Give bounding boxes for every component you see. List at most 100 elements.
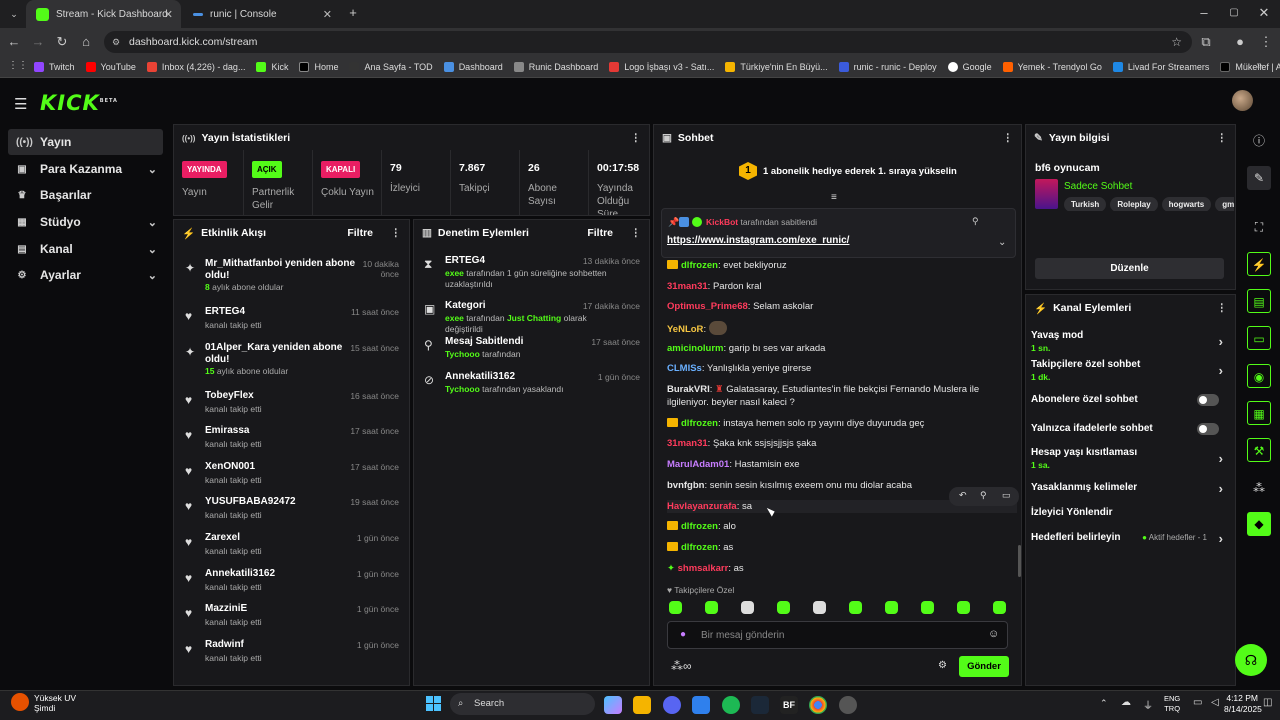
- hamburger-menu-icon[interactable]: ☰: [14, 95, 27, 113]
- close-tab-icon[interactable]: ✕: [164, 8, 173, 21]
- fullscreen-icon[interactable]: ⛶: [1247, 215, 1271, 239]
- app-icon[interactable]: [692, 696, 710, 714]
- minimize-icon[interactable]: –: [1194, 3, 1214, 23]
- moderator-name[interactable]: exee: [445, 268, 464, 278]
- reply-icon[interactable]: ↶: [959, 490, 967, 501]
- edit-button[interactable]: Düzenle: [1035, 258, 1224, 279]
- channel-action-item[interactable]: Yalnızca ifadelerle sohbet: [1031, 423, 1227, 435]
- channel-action-item[interactable]: Yavaş mod 1 sn. ›: [1031, 330, 1227, 353]
- category-name[interactable]: Sadece Sohbet: [1064, 181, 1132, 192]
- bookmark-star-icon[interactable]: ☆: [1171, 31, 1182, 53]
- support-headset-icon[interactable]: ☊: [1235, 644, 1267, 676]
- emote-icon[interactable]: [741, 601, 754, 614]
- reload-icon[interactable]: ↻: [52, 32, 72, 52]
- file-explorer-icon[interactable]: [633, 696, 651, 714]
- discord-icon[interactable]: [663, 696, 681, 714]
- gift-leaderboard-text[interactable]: 1 abonelik hediye ederek 1. sıraya yükse…: [763, 166, 957, 177]
- channel-action-item[interactable]: Hesap yaşı kısıtlaması 1 sa. ›: [1031, 447, 1227, 470]
- activity-item[interactable]: ♥ Radwinf kanalı takip etti 1 gün önce: [180, 636, 405, 672]
- filter-button[interactable]: Filtre: [587, 227, 613, 239]
- pinned-link[interactable]: https://www.instagram.com/exe_runic/: [667, 235, 849, 246]
- emote-icon[interactable]: [957, 601, 970, 614]
- chat-username[interactable]: dlfrozen: [681, 521, 718, 532]
- chat-username[interactable]: shmsalkarr: [678, 563, 729, 574]
- chat-message[interactable]: dlfrozen: instaya hemen solo rp yayını d…: [667, 417, 1017, 430]
- filter-button[interactable]: Filtre: [347, 227, 373, 239]
- maximize-icon[interactable]: ▢: [1224, 3, 1244, 23]
- chat-username[interactable]: 31man31: [667, 438, 708, 449]
- channel-action-item[interactable]: İzleyici Yönlendir: [1031, 507, 1227, 518]
- close-tab-icon[interactable]: ✕: [323, 8, 332, 21]
- chat-message[interactable]: amicinolurm: garip bı ses var arkada: [667, 342, 1017, 355]
- bookmark-google[interactable]: Google: [947, 61, 992, 72]
- emoji-icon[interactable]: ☺: [988, 628, 999, 640]
- chat-message[interactable]: BurakVRI: ♜ Galatasaray, Estudiantes'in …: [667, 383, 1017, 409]
- forward-icon[interactable]: →: [28, 32, 48, 52]
- moderation-item[interactable]: ⚲ Mesaj Sabitlendi Tychooo tarafından 17 sa…: [420, 336, 646, 370]
- microphone-icon[interactable]: ⏚: [1143, 697, 1153, 712]
- bookmark-logo[interactable]: Logo İşbaşı v3 - Satı...: [609, 61, 714, 72]
- weather-widget[interactable]: Yüksek UV Şimdi: [34, 693, 76, 713]
- tray-chevron-icon[interactable]: ⌃: [1100, 698, 1108, 709]
- chat-scrollbar[interactable]: [1018, 545, 1021, 577]
- sidebar-item-kanal[interactable]: ▤ Kanal ⌄: [8, 236, 163, 262]
- bookmark-twitch[interactable]: Twitch: [34, 61, 75, 72]
- bookmark-dashboard[interactable]: Dashboard: [443, 61, 503, 72]
- info-icon[interactable]: ⓘ: [1247, 129, 1271, 153]
- moderation-item[interactable]: ⊘ Annekatili3162 Tychooo tarafından yasakl…: [420, 371, 646, 405]
- moderation-item[interactable]: ⧗ ERTEG4 exee tarafından 1 gün süreliğine …: [420, 255, 646, 289]
- bf-icon[interactable]: BF: [780, 696, 798, 714]
- network-icon[interactable]: ▭: [1193, 697, 1202, 708]
- bookmark-mukellef[interactable]: Mükellef | Anasayfa...: [1220, 61, 1280, 72]
- chrome-icon[interactable]: [809, 696, 827, 714]
- more-bookmarks-icon[interactable]: »: [1256, 60, 1262, 71]
- sidebar-item-ayarlar[interactable]: ⚙ Ayarlar ⌄: [8, 262, 163, 288]
- emote-icon[interactable]: [705, 601, 718, 614]
- more-options-icon[interactable]: ⋮: [1217, 132, 1228, 144]
- activity-item[interactable]: ♥ MazziniE kanalı takip etti 1 gün önce: [180, 600, 405, 636]
- app-icon[interactable]: [839, 696, 857, 714]
- tab-runic-console[interactable]: runic | Console ✕: [183, 0, 340, 28]
- chat-username[interactable]: amicinolurm: [667, 343, 724, 354]
- broadcast-icon[interactable]: ◉: [1247, 364, 1271, 388]
- back-icon[interactable]: ←: [4, 32, 24, 52]
- browser-menu-icon[interactable]: ⋮: [1256, 32, 1276, 52]
- document-icon[interactable]: ▤: [1247, 289, 1271, 313]
- chat-username[interactable]: Havlayanzurafa: [667, 501, 737, 512]
- cloud-icon[interactable]: ☁: [1121, 697, 1131, 708]
- bookmark-tod[interactable]: Ana Sayfa - TOD: [349, 61, 433, 72]
- moderator-name[interactable]: exee: [445, 313, 464, 323]
- chat-settings-icon[interactable]: ⚙: [938, 660, 947, 671]
- moderation-item[interactable]: ▣ Kategori exee tarafından Just Chatting o…: [420, 300, 646, 334]
- channel-action-item[interactable]: Hedefleri belirleyin › ● Aktif hedefler - …: [1031, 531, 1227, 546]
- more-options-icon[interactable]: ⋮: [1217, 302, 1228, 314]
- activity-item[interactable]: ♥ TobeyFlex kanalı takip etti 16 saat önce: [180, 387, 405, 423]
- chat-icon[interactable]: ▭: [1247, 326, 1271, 350]
- bookmark-youtube[interactable]: YouTube: [85, 61, 136, 72]
- extensions-icon[interactable]: ⧉: [1196, 32, 1216, 52]
- activity-item[interactable]: ✦ Mr_Mithatfanboi yeniden abone oldu! 8 ay…: [180, 255, 405, 292]
- send-button[interactable]: Gönder: [959, 656, 1009, 677]
- bookmark-trendyol[interactable]: Yemek - Trendyol Go: [1002, 61, 1102, 72]
- activity-item[interactable]: ♥ ERTEG4 kanalı takip etti 11 saat önce: [180, 303, 405, 339]
- activity-item[interactable]: ♥ Zarexel kanalı takip etti 1 gün önce: [180, 529, 405, 565]
- plugin-icon[interactable]: ◆: [1247, 512, 1271, 536]
- activity-item[interactable]: ♥ XenON001 kanalı takip etti 17 saat önce: [180, 458, 405, 494]
- tab-search-icon[interactable]: ⌄: [4, 4, 24, 24]
- tag[interactable]: Roleplay: [1110, 197, 1158, 211]
- chat-message[interactable]: ✦ shmsalkarr: as: [667, 562, 1017, 575]
- edit-icon[interactable]: ✎: [1247, 166, 1271, 190]
- chat-message[interactable]: 31man31: Pardon kral: [667, 280, 1017, 293]
- layout-icon[interactable]: ▦: [1247, 401, 1271, 425]
- copilot-icon[interactable]: [604, 696, 622, 714]
- chat-username[interactable]: dlfrozen: [681, 542, 718, 553]
- chat-username[interactable]: dlfrozen: [681, 418, 718, 429]
- delete-icon[interactable]: ▭: [1002, 490, 1011, 501]
- moderator-name[interactable]: Tychooo: [445, 384, 480, 394]
- activity-item[interactable]: ♥ Emirassa kanalı takip etti 17 saat önce: [180, 422, 405, 458]
- chat-message[interactable]: 31man31: Şaka knk ssjsjsjjsjs şaka: [667, 437, 1017, 450]
- bookmark-kick[interactable]: Kick: [256, 61, 288, 72]
- toggle-switch[interactable]: [1197, 394, 1219, 406]
- more-options-icon[interactable]: ⋮: [631, 227, 642, 239]
- apps-grid-icon[interactable]: ⋮⋮: [8, 60, 28, 71]
